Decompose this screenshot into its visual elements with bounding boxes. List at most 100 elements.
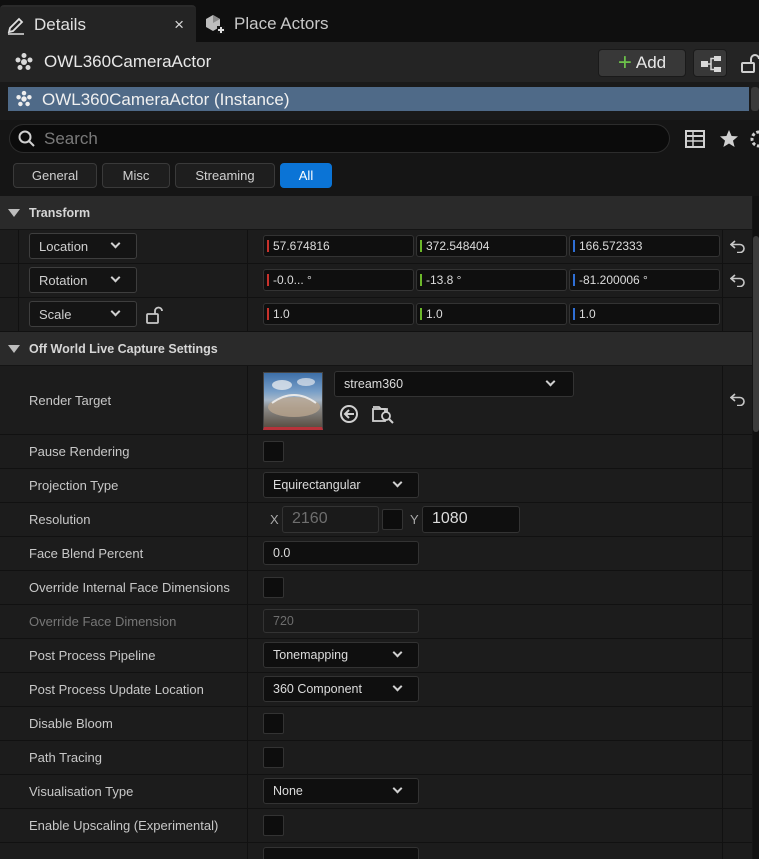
browse-asset-icon[interactable]	[372, 404, 394, 424]
rotation-z-field[interactable]: -81.200006 °	[569, 269, 720, 291]
property-row-disable-bloom: Disable Bloom	[0, 707, 752, 741]
search-input[interactable]: Search	[9, 124, 670, 153]
render-target-dropdown[interactable]: stream360	[334, 371, 574, 397]
component-tree: OWL360CameraActor (Instance)	[0, 82, 759, 120]
actor-name: OWL360CameraActor	[44, 52, 212, 71]
details-scrollbar[interactable]	[753, 196, 759, 859]
tab-details[interactable]: Details ×	[0, 5, 196, 42]
location-mode-dropdown[interactable]: Location	[29, 233, 137, 259]
resolution-x-field[interactable]: 2160	[282, 506, 379, 533]
component-label: OWL360CameraActor (Instance)	[42, 90, 290, 109]
hierarchy-icon	[700, 55, 722, 73]
pp-pipeline-dropdown[interactable]: Tonemapping	[263, 642, 419, 668]
expand-arrow-icon	[8, 345, 20, 353]
chevron-down-icon	[392, 477, 403, 488]
scale-y-field[interactable]: 1.0	[416, 303, 567, 325]
camera-actor-icon	[14, 52, 34, 72]
category-capture-settings[interactable]: Off World Live Capture Settings	[0, 332, 752, 366]
use-selected-asset-icon[interactable]	[339, 404, 359, 424]
property-row-pp-pipeline: Post Process Pipeline Tonemapping	[0, 639, 752, 673]
property-row-location: Location 57.674816 372.548404 166.572333	[0, 230, 752, 264]
property-row-path-tracing: Path Tracing	[0, 741, 752, 775]
expand-arrow-icon	[8, 209, 20, 217]
scale-label: Scale	[39, 307, 72, 322]
property-row-render-target: Render Target stream360	[0, 366, 752, 435]
rotation-x-field[interactable]: -0.0... °	[263, 269, 414, 291]
filter-tab-label: Misc	[122, 168, 150, 183]
lock-icon[interactable]	[739, 54, 759, 74]
scale-z-field[interactable]: 1.0	[569, 303, 720, 325]
scale-lock-icon[interactable]	[145, 306, 163, 324]
settings-gear-icon[interactable]	[749, 129, 759, 149]
location-x-field[interactable]: 57.674816	[263, 235, 414, 257]
actor-header: OWL360CameraActor + Add	[0, 42, 759, 82]
close-icon[interactable]: ×	[174, 15, 184, 35]
component-scrollbar[interactable]	[751, 87, 759, 111]
property-matrix-icon[interactable]	[685, 129, 705, 149]
property-row-vis-type: Visualisation Type None	[0, 775, 752, 809]
chevron-down-icon	[392, 647, 403, 658]
place-actors-icon	[204, 13, 226, 35]
upscaling-checkbox[interactable]	[263, 815, 284, 836]
category-title: Transform	[29, 206, 91, 220]
tab-place-actors[interactable]: Place Actors	[204, 5, 404, 42]
property-row-scale: Scale 1.0 1.0 1.0	[0, 298, 752, 332]
chevron-down-icon	[392, 681, 403, 692]
path-tracing-checkbox[interactable]	[263, 747, 284, 768]
chevron-down-icon	[392, 783, 403, 794]
category-title: Off World Live Capture Settings	[29, 342, 218, 356]
render-target-thumbnail[interactable]	[263, 372, 323, 430]
property-row-override-internal: Override Internal Face Dimensions	[0, 571, 752, 605]
rotation-label: Rotation	[39, 273, 88, 288]
location-label: Location	[39, 239, 89, 254]
reset-to-default-icon[interactable]	[730, 239, 746, 253]
details-panel: Transform Location 57.674816 372.548404 …	[0, 196, 752, 859]
override-face-dimension-field: 720	[263, 609, 419, 633]
property-row-pp-update: Post Process Update Location 360 Compone…	[0, 673, 752, 707]
vis-type-dropdown[interactable]: None	[263, 778, 419, 804]
blueprint-hierarchy-button[interactable]	[693, 49, 727, 77]
tab-details-label: Details	[34, 14, 86, 34]
property-row-projection-type: Projection Type Equirectangular	[0, 469, 752, 503]
reset-to-default-icon[interactable]	[730, 273, 746, 287]
filter-tab-label: All	[298, 168, 314, 183]
pp-update-dropdown[interactable]: 360 Component	[263, 676, 419, 702]
disable-bloom-checkbox[interactable]	[263, 713, 284, 734]
scale-x-field[interactable]: 1.0	[263, 303, 414, 325]
tab-bar: Details × Place Actors	[0, 0, 759, 42]
chevron-down-icon	[110, 306, 121, 317]
face-blend-field[interactable]: 0.0	[263, 541, 419, 565]
chevron-down-icon	[110, 238, 121, 249]
resolution-y-field[interactable]: 1080	[422, 506, 520, 533]
rotation-y-field[interactable]: -13.8 °	[416, 269, 567, 291]
pause-rendering-checkbox[interactable]	[263, 441, 284, 462]
partial-dropdown[interactable]	[263, 847, 419, 859]
category-transform[interactable]: Transform	[0, 196, 752, 230]
property-row-override-face-dimension: Override Face Dimension 720	[0, 605, 752, 639]
rotation-mode-dropdown[interactable]: Rotation	[29, 267, 137, 293]
search-icon	[18, 130, 36, 148]
filter-tab-all[interactable]: All	[280, 163, 332, 188]
scale-mode-dropdown[interactable]: Scale	[29, 301, 137, 327]
property-row-resolution: Resolution X 2160 Y 1080	[0, 503, 752, 537]
resolution-lock-checkbox[interactable]	[382, 509, 403, 530]
location-y-field[interactable]: 372.548404	[416, 235, 567, 257]
chevron-down-icon	[110, 272, 121, 283]
add-component-button[interactable]: + Add	[598, 49, 686, 77]
override-internal-checkbox[interactable]	[263, 577, 284, 598]
filter-tab-misc[interactable]: Misc	[102, 163, 170, 188]
favorites-star-icon[interactable]	[719, 129, 739, 149]
property-row-upscaling: Enable Upscaling (Experimental)	[0, 809, 752, 843]
projection-type-dropdown[interactable]: Equirectangular	[263, 472, 419, 498]
pencil-icon	[6, 15, 26, 35]
property-row-pause-rendering: Pause Rendering	[0, 435, 752, 469]
filter-tab-general[interactable]: General	[13, 163, 97, 188]
property-row-rotation: Rotation -0.0... ° -13.8 ° -81.200006 °	[0, 264, 752, 298]
scrollbar-thumb[interactable]	[753, 236, 759, 432]
component-row-instance[interactable]: OWL360CameraActor (Instance)	[8, 87, 749, 111]
search-placeholder: Search	[44, 129, 98, 148]
filter-tab-label: Streaming	[195, 168, 255, 183]
location-z-field[interactable]: 166.572333	[569, 235, 720, 257]
reset-to-default-icon[interactable]	[730, 392, 746, 406]
filter-tab-streaming[interactable]: Streaming	[175, 163, 275, 188]
